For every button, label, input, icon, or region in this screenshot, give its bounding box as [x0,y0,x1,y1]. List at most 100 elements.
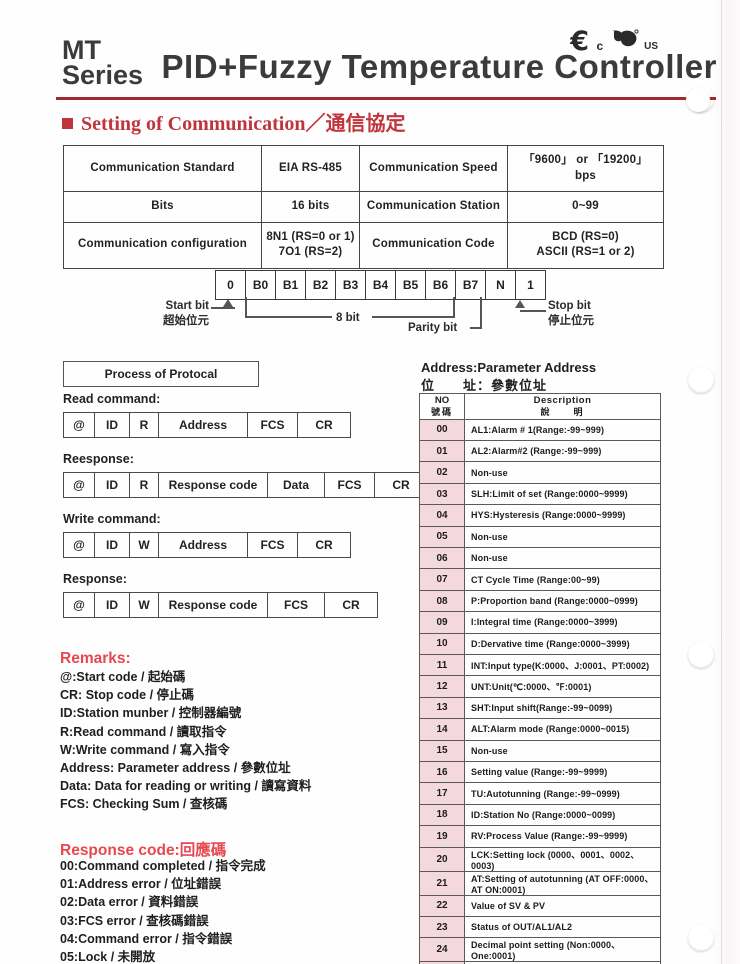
remarks-heading: Remarks: [60,650,131,667]
protocol-section-label: Write command: [63,512,161,526]
address-description-cell: Status of OUT/AL1/AL2 [464,915,661,939]
address-description-cell: HYS:Hysteresis (Range:0000~9999) [464,504,661,527]
address-no-cell: 08 [419,589,465,613]
address-no-cell: 10 [419,632,465,656]
start-bit-label-en: Start bit [165,300,209,312]
protocol-frame-cell: CR [324,592,378,618]
process-of-protocol-box: Process of Protocal [63,361,259,387]
bit-frame-cell: B2 [305,270,336,300]
protocol-frame-row: @ ID W Response code FCS CR [63,592,378,618]
span-line-right [372,316,455,318]
bit-frame-cell: B5 [395,270,426,300]
bit-frame-cell: N [485,270,516,300]
parity-tick [480,297,482,328]
address-description-cell: AT:Setting of autotunning (AT OFF:0000、A… [464,870,661,896]
address-description-cell: Decimal point setting (Non:0000、One:0001… [464,937,661,963]
rule-notch [686,88,710,112]
stop-bit-label-cn: 停止位元 [548,315,594,328]
address-no-cell: 11 [419,653,465,677]
stop-bit-arrow-icon [515,300,525,308]
table-row: 02 Non-use [419,461,661,484]
comm-table-row: Communication Standard EIA RS-485 Communic… [63,144,664,193]
table-row: 08 P:Proportion band (Range:0000~0999) [419,589,661,613]
protocol-section-label: Response: [63,572,127,586]
comm-table-cell: EIA RS-485 [261,144,360,193]
comm-table-cell: Bits [63,191,262,223]
protocol-frame-cell: @ [63,592,95,618]
protocol-frame-cell: CR [297,412,351,438]
address-no-cell: 09 [419,611,465,634]
address-description-cell: SHT:Input shift(Range:-99~0099) [464,696,661,720]
address-no-cell: 13 [419,696,465,720]
comm-table-cell: Communication configuration [63,221,262,269]
protocol-frame-cell: @ [63,472,95,498]
address-no-cell: 03 [419,482,465,506]
protocol-frame-cell: CR [297,532,351,558]
response-code-item: 03:FCS error / 查核碼錯誤 [60,913,209,928]
bit-frame-cell: B1 [275,270,306,300]
span-tick-left [245,297,247,317]
protocol-frame-cell: R [129,472,159,498]
protocol-section-label: Read command: [63,392,161,406]
table-row: 24 Decimal point setting (Non:0000、One:00… [419,937,661,963]
protocol-frame-cell: @ [63,532,95,558]
remarks-item: Address: Parameter address / 參數位址 [60,761,291,776]
table-row: 11 INT:Input type(K:0000、J:0001、PT:0002) [419,653,661,677]
address-title-cn: 位 址：參數位址 [421,377,548,393]
protocol-frame-row: @ ID R Address FCS CR [63,412,351,438]
comm-table-cell: Communication Station [359,191,508,223]
table-row: 14 ALT:Alarm mode (Range:0000~0015) [419,718,661,741]
table-row: 13 SHT:Input shift(Range:-99~0099) [419,696,661,720]
protocol-frame-cell: ID [94,592,130,618]
span-line-left [245,316,332,318]
address-no-cell: 21 [419,870,465,896]
bit-frame-cell: B3 [335,270,366,300]
address-header-desc-cn: 說 明 [540,406,585,417]
response-code-item: 02:Data error / 資料錯誤 [60,895,199,910]
address-no-cell: 17 [419,782,465,805]
bit-frame-cell: B0 [245,270,276,300]
address-table-title: Address:Parameter Address 位 址：參數位址 [421,359,596,394]
table-row: 07 CT Cycle Time (Range:00~99) [419,568,661,591]
address-description-cell: Non-use [464,547,661,570]
table-row: 05 Non-use [419,525,661,549]
remarks-item: FCS: Checking Sum / 查核碼 [60,797,228,812]
eight-bit-span-label: 8 bit [336,312,360,324]
address-no-cell: 19 [419,825,465,848]
binder-hole [688,925,714,951]
protocol-frame-cell: ID [94,412,130,438]
address-no-cell: 04 [419,504,465,527]
page-title: MT Series PID+Fuzzy Temperature Controll… [62,37,717,89]
address-no-cell: 12 [419,675,465,698]
comm-table-cell: 「9600」 or 「19200」 bps [507,144,664,193]
address-header-desc-en: Description [533,395,592,406]
address-no-cell: 15 [419,739,465,762]
remarks-item: CR: Stop code / 停止碼 [60,688,195,703]
address-description-cell: Non-use [464,461,661,484]
address-no-cell: 05 [419,525,465,549]
table-row: 12 UNT:Unit(℃:0000、℉:0001) [419,675,661,698]
comm-table-cell: Communication Speed [359,144,508,193]
table-row: 09 I:Integral time (Range:0000~3999) [419,611,661,634]
address-header-desc: Description 說 明 [464,393,661,420]
protocol-frame-row: @ ID W Address FCS CR [63,532,351,558]
table-row: 15 Non-use [419,739,661,762]
table-row: 00 AL1:Alarm # 1(Range:-99~999) [419,418,661,442]
address-description-cell: TU:Autotunning (Range:-99~0999) [464,782,661,805]
header-rule [56,97,716,100]
address-description-cell: ALT:Alarm mode (Range:0000~0015) [464,718,661,741]
address-description-cell: SLH:Limit of set (Range:0000~9999) [464,482,661,506]
address-no-cell: 07 [419,568,465,591]
address-description-cell: I:Integral time (Range:0000~3999) [464,611,661,634]
start-bit-annotation: Start bit 超始位元 [139,299,209,329]
comm-table-cell: 0~99 [507,191,664,223]
protocol-frame-cell: Response code [158,592,268,618]
bit-frame-diagram: 0 B0 B1 B2 B3 B4 B5 B6 B7 N 1 [215,270,546,300]
protocol-frame-cell: @ [63,412,95,438]
comm-table-cell: 8N1 (RS=0 or 1) 7O1 (RS=2) [261,221,360,269]
parameter-address-body: 00 AL1:Alarm # 1(Range:-99~999) 01 AL2:Alar… [419,418,661,964]
address-table-header-row: NO 號碼 Description 說 明 [419,393,661,420]
address-title-en: Address:Parameter Address [421,360,597,375]
address-no-cell: 14 [419,718,465,741]
table-row: 10 D:Dervative time (Range:0000~3999) [419,632,661,656]
